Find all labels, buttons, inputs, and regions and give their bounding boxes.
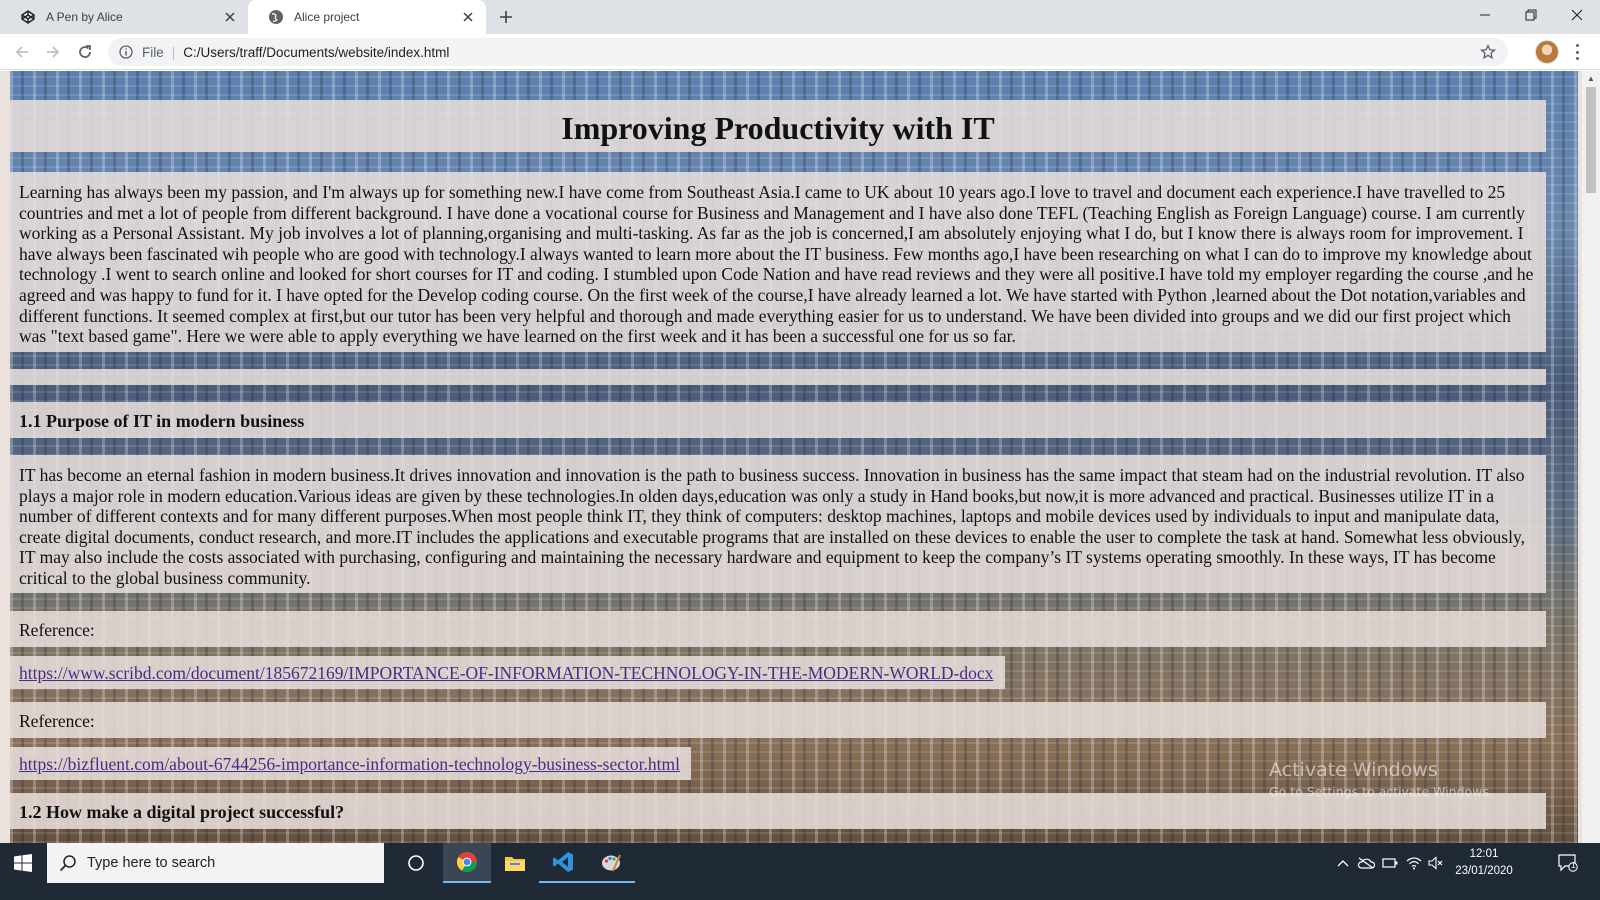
spacer-band [10,369,1546,385]
start-button[interactable] [0,843,46,883]
search-placeholder: Type here to search [87,855,216,871]
reference-link-bizfluent: https://bizfluent.com/about-6744256-impo… [10,747,691,780]
menu-icon[interactable] [1572,42,1582,62]
wifi-icon[interactable] [1403,843,1425,883]
show-hidden-icons-chevron-icon[interactable] [1333,843,1353,883]
section-1-1-paragraph: IT has become an eternal fashion in mode… [10,455,1546,593]
forward-button[interactable] [41,40,65,64]
activate-windows-watermark: Activate Windows Go to Settings to activ… [1269,759,1493,799]
close-tab-icon[interactable] [460,9,476,25]
reload-button[interactable] [73,40,97,64]
codepen-icon [20,9,36,25]
battery-icon[interactable] [1379,843,1401,883]
vscode-icon[interactable] [539,843,587,883]
close-window-button[interactable] [1554,0,1600,30]
scheme-label: File [142,44,164,60]
page-title: Improving Productivity with IT [10,100,1546,152]
reference-link-scribd: https://www.scribd.com/document/18567216… [10,656,1005,689]
tab-strip: A Pen by Alice Alice project [0,0,1600,34]
profile-avatar[interactable] [1535,40,1559,64]
reference-link[interactable]: https://www.scribd.com/document/18567216… [19,663,993,683]
reference-label: Reference: [10,611,1546,647]
notifications-icon[interactable]: 1 [1554,843,1582,883]
windows-taskbar: Type here to search 12:01 23/01/2020 1 [0,843,1600,900]
tab-a-pen-by-alice[interactable]: A Pen by Alice [0,0,248,34]
bookmark-star-icon[interactable] [1479,43,1497,60]
new-tab-button[interactable] [496,7,516,27]
task-view-icon[interactable] [392,843,440,883]
search-icon [59,855,76,872]
scroll-up-arrow-icon[interactable]: ▲ [1586,74,1596,84]
browser-toolbar: File | C:/Users/traff/Documents/website/… [0,34,1600,70]
system-clock[interactable]: 12:01 23/01/2020 [1450,846,1518,880]
reference-label: Reference: [10,702,1546,738]
clock-date: 23/01/2020 [1455,865,1513,877]
globe-icon [268,9,284,25]
chrome-icon[interactable] [443,843,491,883]
onedrive-icon[interactable] [1355,843,1377,883]
tab-alice-project[interactable]: Alice project [248,0,486,34]
vertical-scrollbar[interactable]: ▲ ▼ [1582,71,1600,861]
notification-count: 1 [1571,860,1576,870]
windows-logo-icon [14,854,32,872]
info-icon[interactable] [118,44,134,60]
close-tab-icon[interactable] [222,9,238,25]
intro-paragraph: Learning has always been my passion, and… [10,172,1546,352]
restore-button[interactable] [1508,0,1554,30]
scrollbar-thumb[interactable] [1586,87,1596,193]
volume-muted-icon[interactable] [1425,843,1447,883]
url-text[interactable]: C:/Users/traff/Documents/website/index.h… [183,45,449,60]
taskbar-search[interactable]: Type here to search [47,843,384,883]
tab-title: A Pen by Alice [46,10,123,24]
reference-link[interactable]: https://bizfluent.com/about-6744256-impo… [19,754,680,774]
clock-time: 12:01 [1469,848,1499,860]
minimize-button[interactable] [1462,0,1508,30]
page-viewport: Improving Productivity with IT Learning … [0,71,1600,861]
section-1-1-heading: 1.1 Purpose of IT in modern business [10,402,1546,438]
file-explorer-icon[interactable] [491,843,539,883]
tab-title: Alice project [294,10,360,24]
back-button[interactable] [10,40,34,64]
address-bar[interactable]: File | C:/Users/traff/Documents/website/… [108,38,1508,66]
paint-icon[interactable] [587,843,635,883]
